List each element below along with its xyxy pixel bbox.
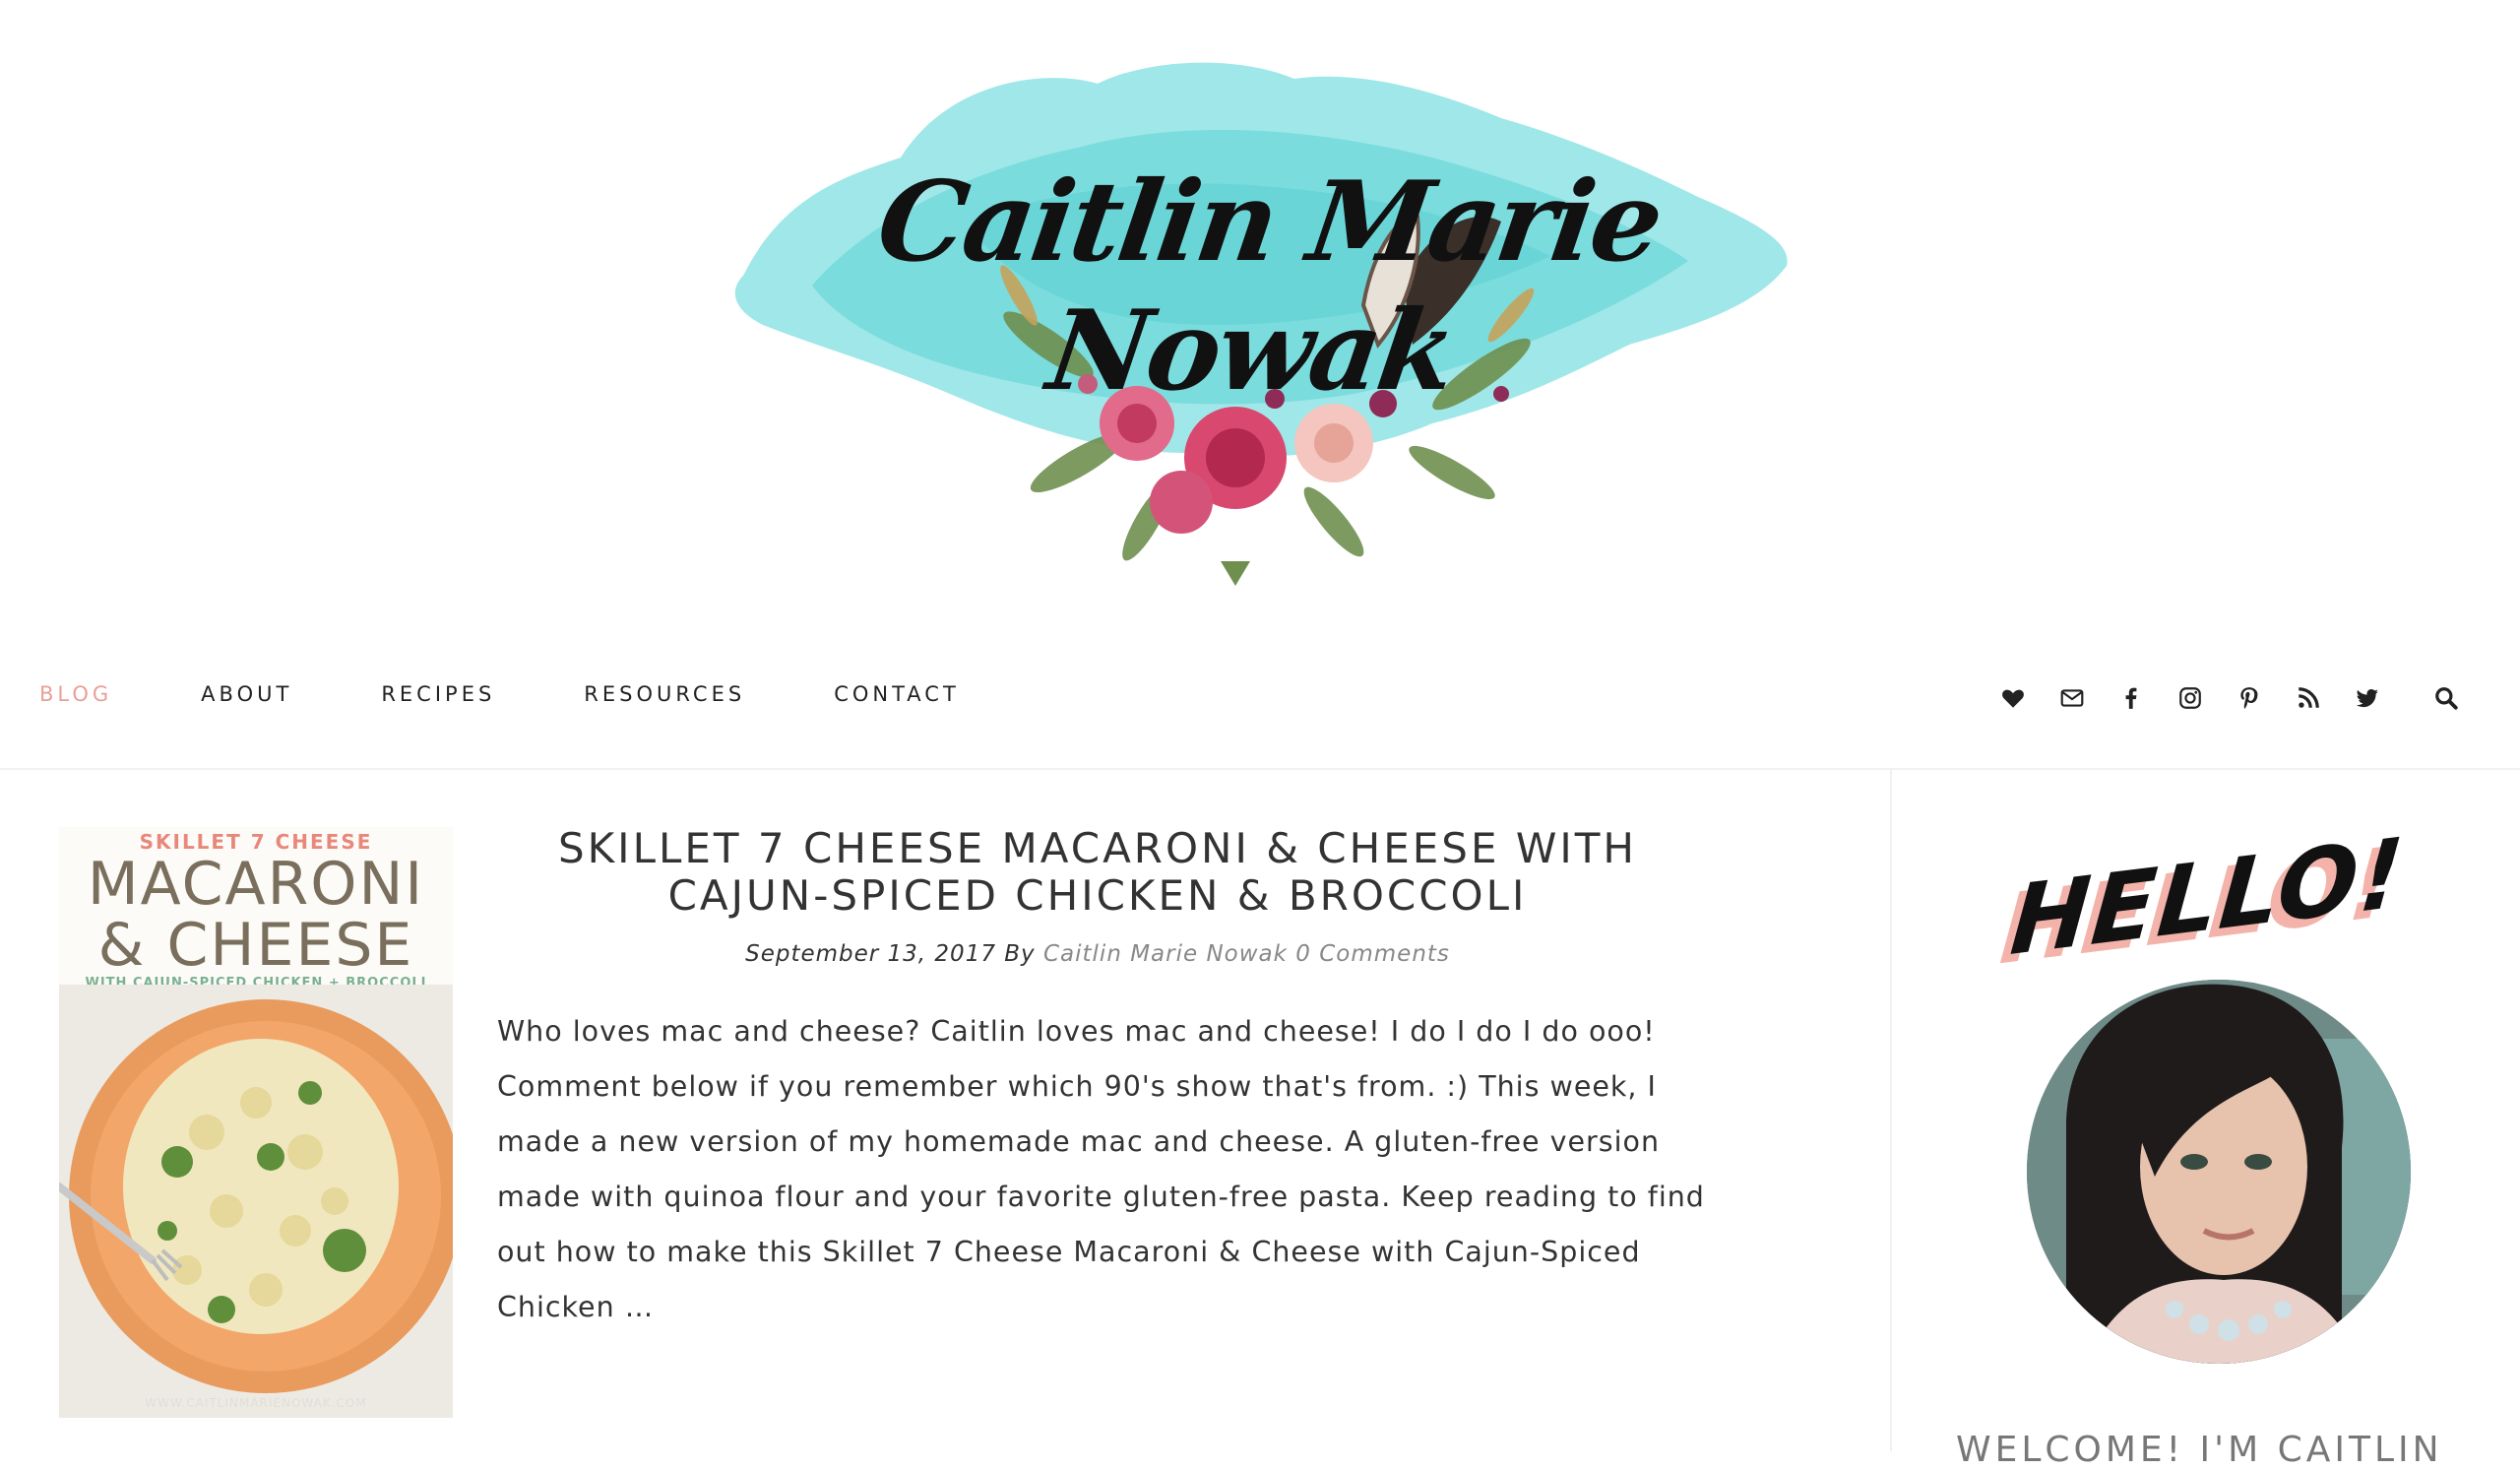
- post-meta: September 13, 2017 By Caitlin Marie Nowa…: [497, 941, 1698, 967]
- thumbnail-line-2a: MACARONI: [87, 850, 425, 919]
- thumbnail-line-2b: & CHEESE: [97, 911, 414, 980]
- author-avatar: [2027, 980, 2411, 1364]
- post-thumbnail[interactable]: SKILLET 7 CHEESE MACARONI & CHEESE WITH …: [59, 827, 453, 1418]
- site-logo[interactable]: Caitlin Marie Nowak: [724, 49, 1796, 610]
- site-title[interactable]: Caitlin Marie Nowak: [706, 158, 1815, 415]
- author-photo: [2027, 980, 2411, 1364]
- twitter-icon[interactable]: [2338, 678, 2397, 718]
- post-title[interactable]: SKILLET 7 CHEESE MACARONI & CHEESE WITH …: [497, 825, 1698, 920]
- sidebar: HELLO! WELCOME! I'M CAITLIN: [1892, 768, 2520, 1470]
- thumbnail-title-block: SKILLET 7 CHEESE MACARONI & CHEESE WITH …: [59, 827, 453, 991]
- post-comments-link[interactable]: 0 Comments: [1295, 941, 1450, 967]
- nav-item-recipes[interactable]: RECIPES: [381, 682, 495, 706]
- mail-icon[interactable]: [2043, 678, 2102, 718]
- post-summary: SKILLET 7 CHEESE MACARONI & CHEESE WITH …: [497, 825, 1704, 1335]
- search-icon[interactable]: [2417, 678, 2476, 718]
- mac-and-cheese-photo: [59, 985, 453, 1418]
- pinterest-icon[interactable]: [2220, 678, 2279, 718]
- rss-icon[interactable]: [2279, 678, 2338, 718]
- main-content: SKILLET 7 CHEESE MACARONI & CHEESE WITH …: [0, 768, 1892, 1451]
- post-by: By: [1004, 941, 1036, 967]
- instagram-icon[interactable]: [2161, 678, 2220, 718]
- nav-item-about[interactable]: ABOUT: [201, 682, 292, 706]
- post-date: September 13, 2017: [745, 941, 996, 967]
- post-author-link[interactable]: Caitlin Marie Nowak: [1043, 941, 1288, 967]
- main-menu: BLOG ABOUT RECIPES RESOURCES CONTACT: [39, 682, 960, 706]
- post-excerpt: Who loves mac and cheese? Caitlin loves …: [497, 1015, 1705, 1323]
- primary-navigation: BLOG ABOUT RECIPES RESOURCES CONTACT: [0, 635, 2520, 770]
- facebook-icon[interactable]: [2102, 678, 2161, 718]
- nav-item-contact[interactable]: CONTACT: [834, 682, 960, 706]
- heart-icon[interactable]: [1984, 678, 2043, 718]
- site-header: Caitlin Marie Nowak: [0, 0, 2520, 635]
- nav-item-resources[interactable]: RESOURCES: [584, 682, 745, 706]
- welcome-heading: WELCOME! I'M CAITLIN: [1956, 1430, 2443, 1470]
- thumbnail-footer: WWW.CAITLINMARIENOWAK.COM: [145, 1396, 367, 1410]
- social-links: [1984, 678, 2476, 718]
- hello-heading: HELLO!: [2006, 816, 2410, 978]
- nav-item-blog[interactable]: BLOG: [39, 682, 112, 706]
- about-widget: HELLO!: [1951, 816, 2428, 1374]
